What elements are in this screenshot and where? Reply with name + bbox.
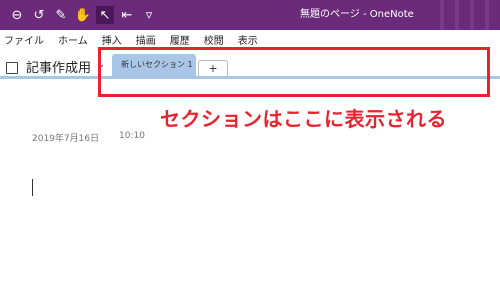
text-cursor[interactable] bbox=[32, 179, 33, 196]
annotation-text: セクションはここに表示される bbox=[160, 107, 447, 131]
title-decoration bbox=[470, 0, 474, 30]
menu-item-draw[interactable]: 描画 bbox=[136, 32, 156, 47]
menu-item-review[interactable]: 校閲 bbox=[204, 32, 224, 47]
highlight-box bbox=[98, 47, 490, 97]
notebook-title[interactable]: 記事作成用 bbox=[26, 57, 91, 76]
dock-icon[interactable]: ⇤ bbox=[118, 6, 136, 24]
pen-icon[interactable]: ✎ bbox=[52, 6, 70, 24]
quick-access-toolbar: ⊖ ↺ ✎ ✋ ↖ ⇤ ▿ bbox=[8, 0, 162, 30]
title-bar: ⊖ ↺ ✎ ✋ ↖ ⇤ ▿ 無題のページ - OneNote bbox=[0, 0, 500, 30]
undo-icon[interactable]: ↺ bbox=[30, 6, 48, 24]
menu-item-file[interactable]: ファイル bbox=[4, 32, 44, 47]
page-date: 2019年7月16日 bbox=[32, 134, 100, 144]
menu-item-home[interactable]: ホーム bbox=[58, 32, 88, 47]
touch-mode-icon[interactable]: ↖ bbox=[96, 6, 114, 24]
page-time: 10:10 bbox=[119, 131, 145, 141]
notebook-icon[interactable] bbox=[6, 62, 18, 74]
menu-item-history[interactable]: 履歴 bbox=[170, 32, 190, 47]
menu-item-insert[interactable]: 挿入 bbox=[102, 32, 122, 47]
hand-icon[interactable]: ✋ bbox=[74, 6, 92, 24]
title-decoration bbox=[440, 0, 444, 30]
customize-icon[interactable]: ▿ bbox=[140, 6, 158, 24]
back-icon[interactable]: ⊖ bbox=[8, 6, 26, 24]
window-title: 無題のページ - OneNote bbox=[300, 9, 414, 20]
menu-item-view[interactable]: 表示 bbox=[238, 32, 258, 47]
title-decoration bbox=[485, 0, 489, 30]
title-decoration bbox=[455, 0, 459, 30]
menu-bar: ファイル ホーム 挿入 描画 履歴 校閲 表示 bbox=[0, 30, 500, 48]
